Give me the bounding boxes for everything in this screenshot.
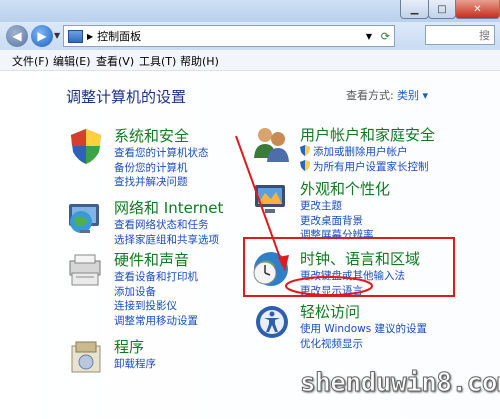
category-programs: 程序 卸载程序 [114, 336, 156, 372]
menu-edit[interactable]: 编辑(E) [53, 53, 91, 69]
link-recommended-settings[interactable]: 使用 Windows 建议的设置 [300, 322, 427, 337]
menu-help[interactable]: 帮助(H) [180, 53, 219, 69]
forward-button[interactable]: ▶ [31, 25, 53, 47]
category-title[interactable]: 网络和 Internet [114, 197, 223, 218]
minimize-button[interactable]: ▁ [400, 0, 429, 19]
link-mobility-settings[interactable]: 调整常用移动设置 [114, 314, 198, 329]
back-button[interactable]: ◀ [6, 25, 28, 47]
link-change-theme[interactable]: 更改主题 [300, 199, 390, 214]
link-optimize-display[interactable]: 优化视频显示 [300, 337, 427, 352]
address-separator-icon: ▶ [87, 31, 94, 41]
view-by-label: 查看方式: [346, 89, 394, 102]
menu-tools[interactable]: 工具(T) [139, 53, 176, 69]
menu-file[interactable]: 文件(F) [12, 53, 49, 69]
menu-bar: 文件(F) 编辑(E) 查看(V) 工具(T) 帮助(H) [0, 50, 500, 71]
category-clock-language: 时钟、语言和区域 更改键盘或其他输入法 更改显示语言 [300, 248, 420, 298]
link-find-fix-problems[interactable]: 查找并解决问题 [114, 175, 209, 190]
category-system-security: 系统和安全 查看您的计算机状态 备份您的计算机 查找并解决问题 [114, 125, 209, 190]
recent-pages-dropdown[interactable]: ▼ [54, 31, 60, 40]
appearance-personalization-icon[interactable] [251, 179, 291, 219]
user-accounts-icon[interactable] [251, 124, 291, 164]
menu-view[interactable]: 查看(V) [96, 53, 134, 69]
programs-icon[interactable] [66, 338, 106, 378]
category-hardware-sound: 硬件和声音 查看设备和打印机 添加设备 连接到投影仪 调整常用移动设置 [114, 249, 198, 328]
hardware-sound-icon[interactable] [66, 251, 106, 291]
address-dropdown-icon[interactable]: ▼ [366, 32, 372, 41]
link-change-display-language[interactable]: 更改显示语言 [300, 284, 420, 299]
close-button[interactable]: ✕ [455, 0, 500, 19]
search-input[interactable]: 搜 [425, 25, 495, 45]
link-devices-printers[interactable]: 查看设备和打印机 [114, 270, 198, 285]
category-title[interactable]: 轻松访问 [300, 301, 427, 322]
category-appearance: 外观和个性化 更改主题 更改桌面背景 调整屏幕分辨率 [300, 178, 390, 243]
category-title[interactable]: 时钟、语言和区域 [300, 248, 420, 269]
maximize-button[interactable]: □ [428, 0, 456, 19]
link-add-remove-accounts[interactable]: 添加或删除用户帐户 [300, 145, 435, 160]
link-uninstall-program[interactable]: 卸载程序 [114, 357, 156, 372]
link-text: 为所有用户设置家长控制 [313, 160, 429, 173]
system-security-icon[interactable] [66, 126, 106, 166]
link-view-computer-status[interactable]: 查看您的计算机状态 [114, 146, 209, 161]
title-bar: ▁ □ ✕ [0, 0, 500, 22]
category-title[interactable]: 硬件和声音 [114, 249, 198, 270]
link-keyboard-input[interactable]: 更改键盘或其他输入法 [300, 269, 420, 284]
link-homegroup-sharing[interactable]: 选择家庭组和共享选项 [114, 233, 223, 248]
address-field[interactable]: ▶ 控制面板 ▼ ⟳ [63, 25, 395, 47]
address-path: 控制面板 [97, 30, 142, 43]
category-ease-of-access: 轻松访问 使用 Windows 建议的设置 优化视频显示 [300, 301, 427, 351]
navigation-bar: ◀ ▶ ▼ ▶ 控制面板 ▼ ⟳ 搜 [0, 22, 500, 50]
ease-of-access-icon[interactable] [254, 304, 294, 344]
watermark: shenduwin8.com [299, 368, 500, 399]
page-title: 调整计算机的设置 [66, 88, 187, 106]
category-title[interactable]: 程序 [114, 336, 156, 357]
uac-shield-icon [300, 145, 310, 156]
link-parental-controls[interactable]: 为所有用户设置家长控制 [300, 159, 435, 175]
link-add-device[interactable]: 添加设备 [114, 285, 198, 300]
uac-shield-icon [300, 159, 310, 171]
link-connect-projector[interactable]: 连接到投影仪 [114, 299, 198, 314]
control-panel-icon [68, 29, 83, 43]
clock-language-region-icon[interactable] [251, 249, 291, 289]
refresh-icon[interactable]: ⟳ [381, 30, 390, 43]
category-title[interactable]: 用户帐户和家庭安全 [300, 124, 435, 145]
link-screen-resolution[interactable]: 调整屏幕分辨率 [300, 228, 390, 243]
link-desktop-background[interactable]: 更改桌面背景 [300, 214, 390, 229]
category-title[interactable]: 系统和安全 [114, 125, 209, 146]
link-network-status[interactable]: 查看网络状态和任务 [114, 218, 223, 233]
link-backup-computer[interactable]: 备份您的计算机 [114, 161, 209, 176]
view-by-dropdown[interactable]: 类别 ▾ [397, 87, 428, 103]
network-internet-icon[interactable] [66, 198, 106, 238]
search-placeholder: 搜 [479, 29, 490, 42]
control-panel-content: 调整计算机的设置 查看方式: 类别 ▾ 系统和安全 查看您的计算机状态 备份您的… [0, 71, 500, 419]
category-title[interactable]: 外观和个性化 [300, 178, 390, 199]
category-network-internet: 网络和 Internet 查看网络状态和任务 选择家庭组和共享选项 [114, 197, 223, 247]
link-text: 添加或删除用户帐户 [313, 146, 408, 158]
category-user-accounts: 用户帐户和家庭安全 添加或删除用户帐户 为所有用户设置家长控制 [300, 124, 435, 174]
